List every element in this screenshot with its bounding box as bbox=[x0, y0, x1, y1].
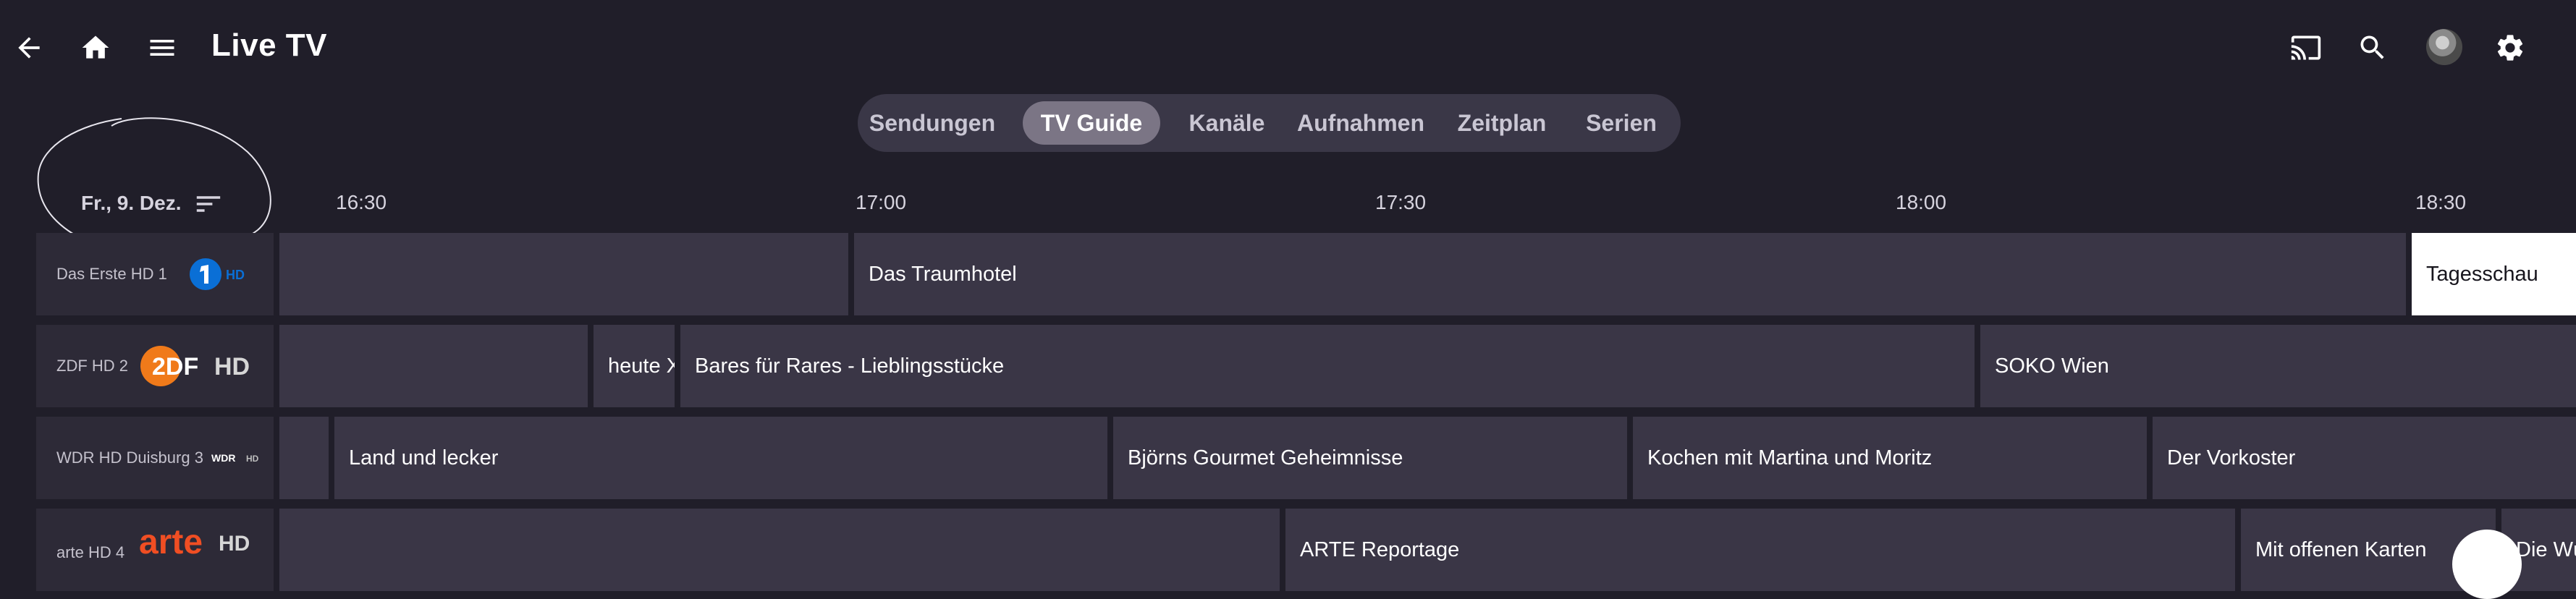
tab-serien[interactable]: Serien bbox=[1574, 101, 1668, 145]
tab-aufnahmen[interactable]: Aufnahmen bbox=[1292, 101, 1430, 145]
zdf-hd-logo: 2DF HD bbox=[139, 344, 255, 388]
home-button[interactable] bbox=[71, 23, 120, 72]
program-cell[interactable]: Der Vorkoster bbox=[2153, 417, 2576, 499]
channel-name: WDR HD Duisburg 3 bbox=[56, 449, 203, 467]
svg-text:HD: HD bbox=[246, 454, 259, 464]
arte-hd-logo: arte HD bbox=[139, 522, 262, 558]
time-tick: 18:00 bbox=[1896, 191, 1947, 213]
program-cell[interactable]: heute Xpress bbox=[594, 325, 675, 407]
channel-cell[interactable]: arte HD 4 arte HD bbox=[36, 509, 274, 591]
program-cell[interactable] bbox=[279, 509, 1280, 591]
settings-button[interactable] bbox=[2486, 23, 2535, 72]
channel-cell[interactable]: ZDF HD 2 2DF HD bbox=[36, 325, 274, 407]
tab-sendungen[interactable]: Sendungen bbox=[869, 101, 995, 145]
time-tick: 18:30 bbox=[2415, 191, 2467, 213]
home-icon bbox=[82, 35, 109, 59]
menu-icon bbox=[150, 40, 174, 56]
program-cell[interactable]: Das Traumhotel bbox=[854, 233, 2406, 315]
svg-text:arte: arte bbox=[139, 523, 203, 558]
settings-icon bbox=[2497, 35, 2523, 61]
program-cell[interactable]: Bares für Rares - Lieblingsstücke bbox=[680, 325, 1975, 407]
svg-text:HD: HD bbox=[219, 532, 250, 556]
back-icon bbox=[18, 37, 40, 59]
program-cell[interactable]: ARTE Reportage bbox=[1285, 509, 2235, 591]
channel-name: ZDF HD 2 bbox=[56, 357, 128, 375]
page-title: Live TV bbox=[211, 27, 327, 63]
program-cell[interactable]: Kochen mit Martina und Moritz bbox=[1633, 417, 2147, 499]
program-cell[interactable]: Land und lecker bbox=[334, 417, 1107, 499]
sort-icon bbox=[196, 196, 221, 212]
program-cell[interactable] bbox=[279, 417, 329, 499]
menu-button[interactable] bbox=[138, 23, 187, 72]
channel-cell[interactable]: WDR HD Duisburg 3 WDR HD bbox=[36, 417, 274, 499]
svg-text:HD: HD bbox=[214, 353, 250, 381]
search-icon bbox=[2360, 35, 2384, 59]
tab-tv-guide[interactable]: TV Guide bbox=[1023, 101, 1160, 145]
sort-button[interactable] bbox=[193, 191, 224, 217]
channel-name: Das Erste HD 1 bbox=[56, 265, 167, 283]
program-cell[interactable] bbox=[279, 233, 848, 315]
tab-bar: Sendungen TV Guide Kanäle Aufnahmen Zeit… bbox=[858, 94, 1681, 152]
svg-text:2DF: 2DF bbox=[152, 353, 198, 381]
floating-action-button[interactable] bbox=[2452, 530, 2522, 599]
time-tick: 17:30 bbox=[1375, 191, 1427, 213]
back-button[interactable] bbox=[4, 23, 54, 72]
guide-date: Fr., 9. Dez. bbox=[81, 192, 182, 214]
time-tick: 16:30 bbox=[336, 191, 387, 213]
search-button[interactable] bbox=[2348, 23, 2397, 72]
cast-icon bbox=[2291, 35, 2321, 60]
program-cell[interactable]: Björns Gourmet Geheimnisse bbox=[1113, 417, 1627, 499]
wdr-hd-logo: WDR HD bbox=[211, 451, 262, 465]
program-cell[interactable] bbox=[279, 325, 588, 407]
program-cell[interactable]: SOKO Wien bbox=[1980, 325, 2576, 407]
tab-zeitplan[interactable]: Zeitplan bbox=[1444, 101, 1560, 145]
time-tick: 17:00 bbox=[856, 191, 907, 213]
channel-cell[interactable]: Das Erste HD 1 HD bbox=[36, 233, 274, 315]
cast-button[interactable] bbox=[2281, 23, 2331, 72]
svg-text:HD: HD bbox=[226, 268, 245, 282]
channel-name: arte HD 4 bbox=[56, 543, 125, 561]
das-erste-hd-logo: HD bbox=[190, 256, 248, 292]
avatar[interactable] bbox=[2426, 29, 2462, 65]
svg-text:WDR: WDR bbox=[211, 452, 235, 464]
tab-kanaele[interactable]: Kanäle bbox=[1176, 101, 1278, 145]
program-cell-current[interactable]: Tagesschau bbox=[2412, 233, 2576, 315]
